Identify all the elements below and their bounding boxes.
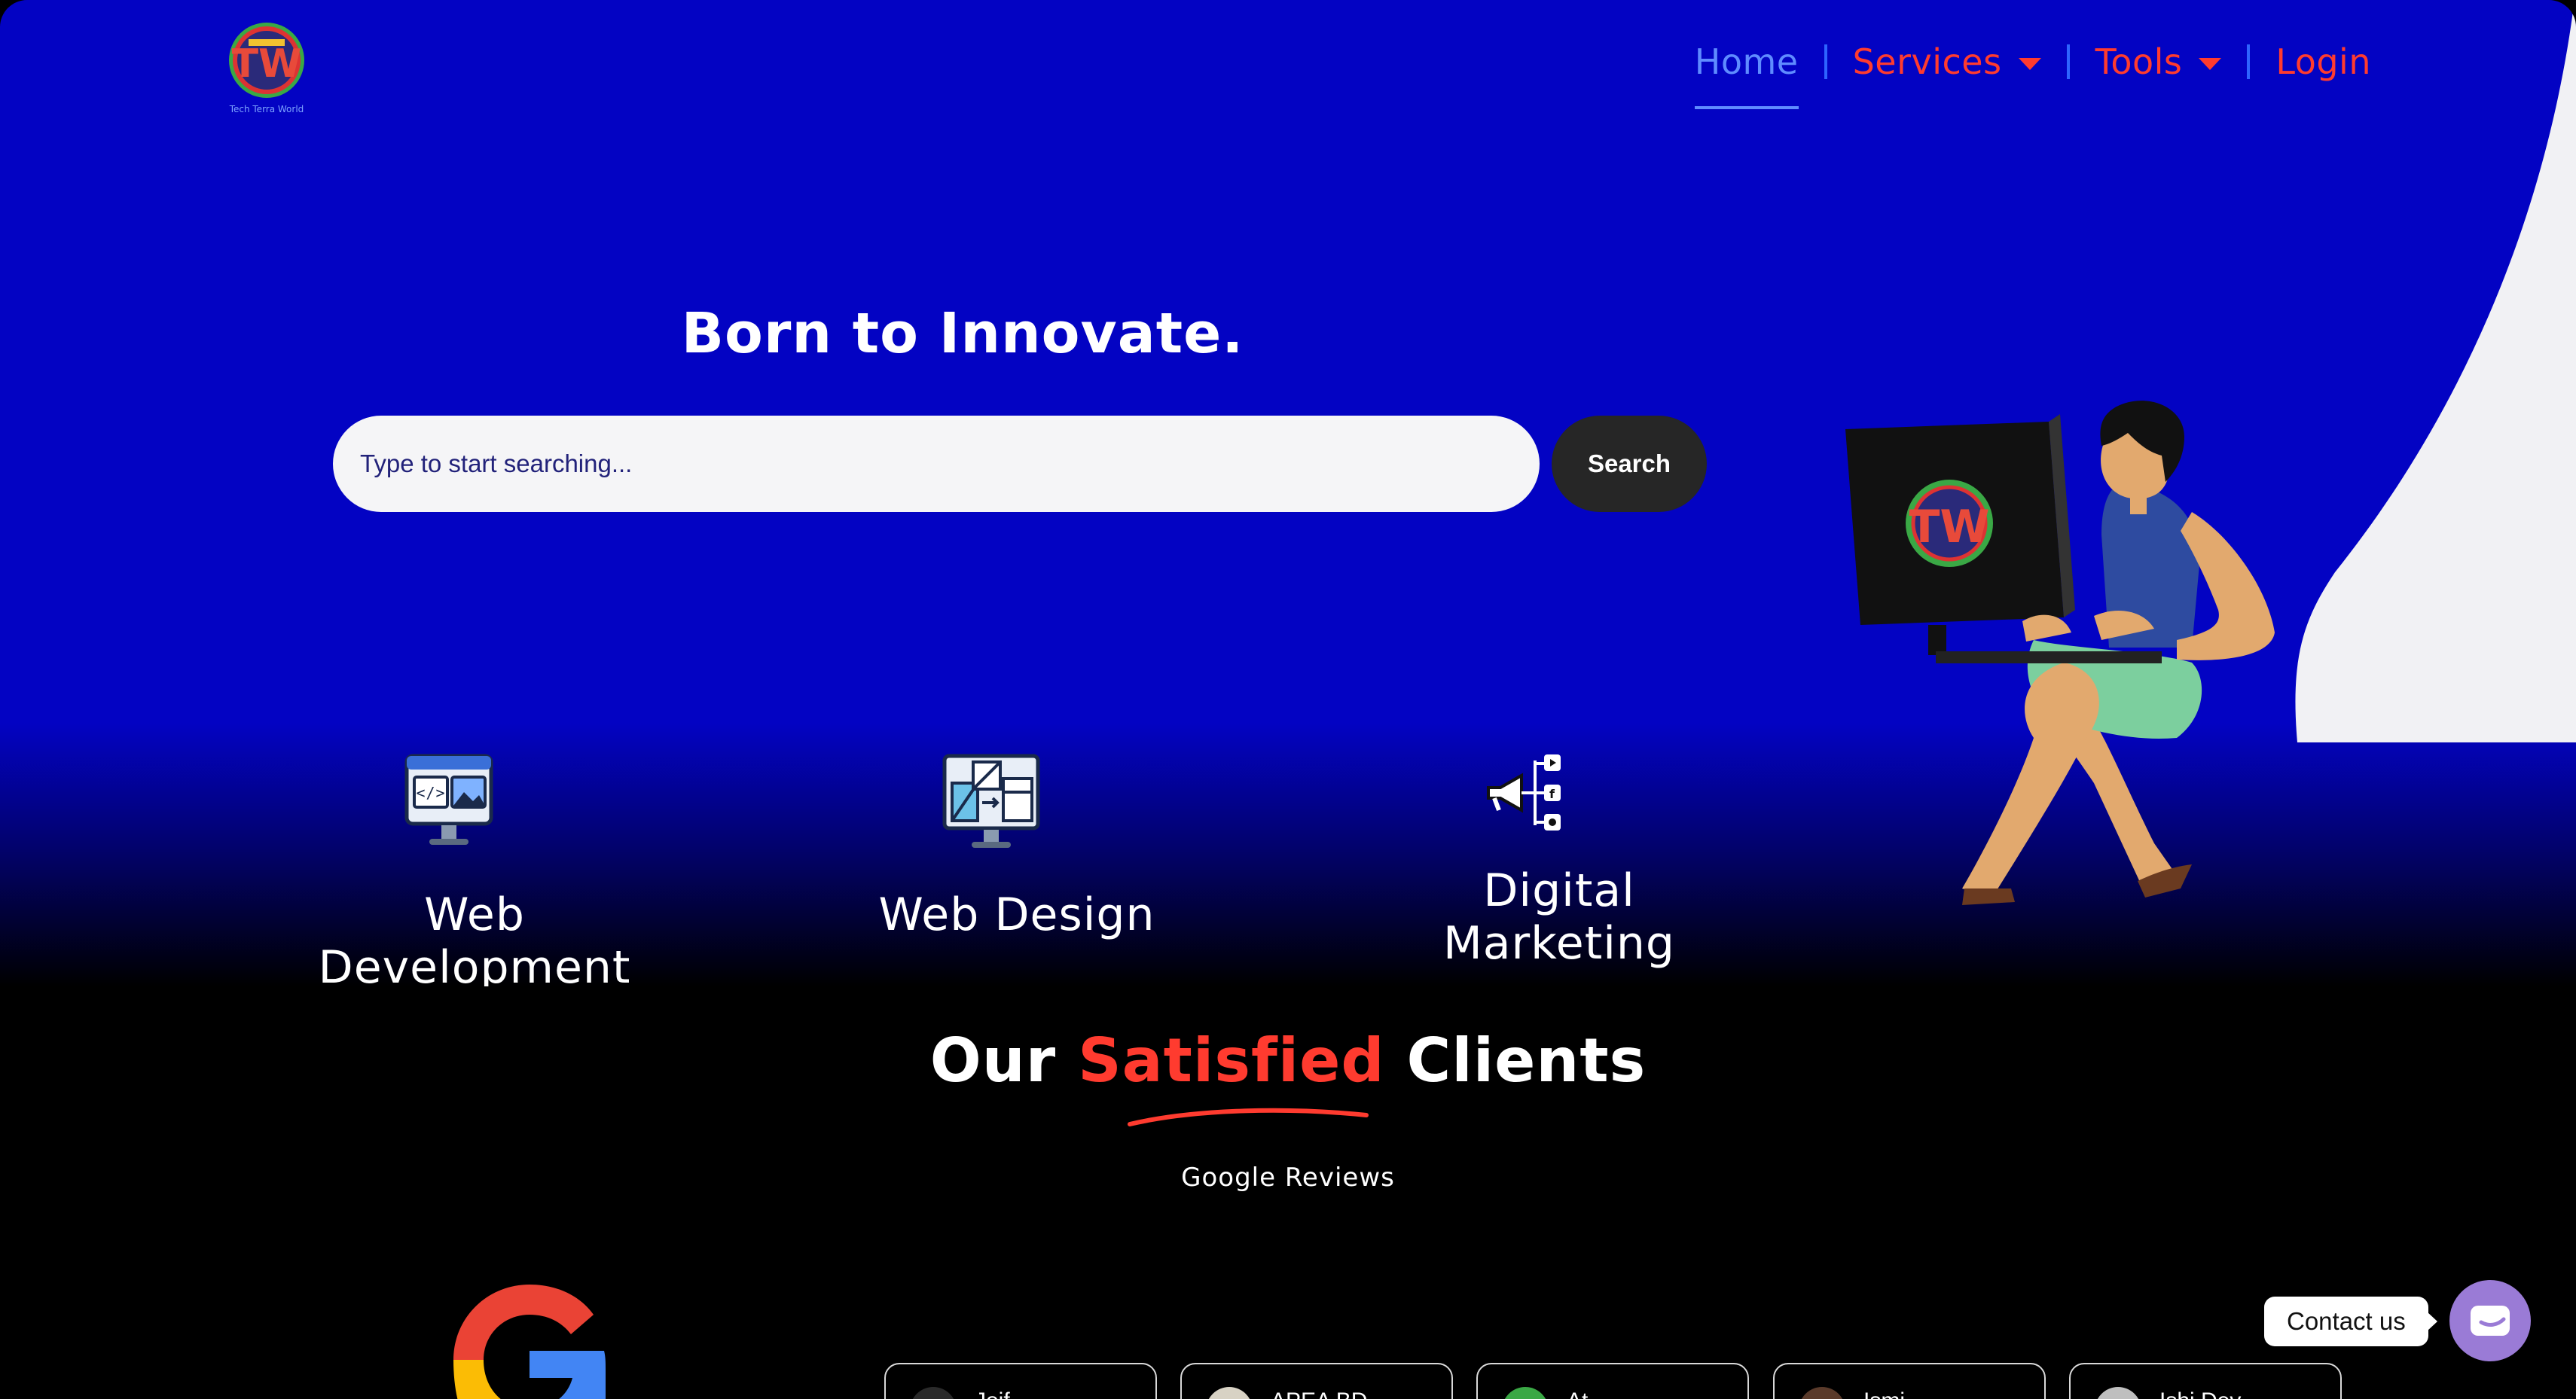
main-nav: Home Services Tools Login xyxy=(1694,38,2371,109)
title-underline-swoosh xyxy=(1128,1108,1369,1126)
review-card[interactable]: At... xyxy=(1476,1363,1749,1399)
layout-monitor-icon xyxy=(942,754,1040,848)
avatar xyxy=(1502,1387,1549,1399)
nav-login[interactable]: Login xyxy=(2275,41,2371,82)
reviewer-name: At... xyxy=(1567,1388,1607,1399)
contact-us-label[interactable]: Contact us xyxy=(2264,1297,2437,1346)
search-button[interactable]: Search xyxy=(1552,416,1707,512)
nav-divider xyxy=(2247,44,2251,79)
svg-text:f: f xyxy=(1549,787,1555,801)
chat-icon xyxy=(2471,1306,2510,1336)
svg-text:TW: TW xyxy=(1909,501,1989,553)
nav-services-label: Services xyxy=(1852,41,2002,82)
reviews-subtitle: Google Reviews xyxy=(1181,1163,1395,1193)
nav-home[interactable]: Home xyxy=(1694,41,1799,109)
contact-chat-button[interactable] xyxy=(2449,1280,2531,1361)
search-input[interactable] xyxy=(333,416,1540,512)
nav-divider xyxy=(2066,44,2070,79)
clients-title: Our Satisfied Clients xyxy=(0,1026,2576,1096)
review-card[interactable]: Joif... xyxy=(884,1363,1157,1399)
hero-section: TW Tech Terra World Home Services Tools … xyxy=(0,0,2576,986)
avatar xyxy=(1799,1387,1845,1399)
review-card[interactable]: Ismi... xyxy=(1773,1363,2046,1399)
logo-emblem-icon: TW xyxy=(229,23,304,98)
person-at-computer-illustration: TW xyxy=(1845,401,2275,905)
avatar xyxy=(910,1387,957,1399)
chevron-down-icon xyxy=(2018,58,2041,70)
reviewer-name: Ishi Dev... xyxy=(2159,1388,2258,1399)
hero-tagline: Born to Innovate. xyxy=(681,301,1244,366)
avatar xyxy=(1206,1387,1253,1399)
service-label: Web Development xyxy=(318,888,631,986)
service-web-development[interactable]: </> Web Development xyxy=(286,753,663,986)
nav-login-label: Login xyxy=(2275,41,2371,82)
megaphone-icon: f xyxy=(1487,754,1561,831)
service-web-design[interactable]: Web Design xyxy=(829,753,1205,949)
clients-title-highlight: Satisfied xyxy=(1078,1026,1385,1096)
nav-tools-label: Tools xyxy=(2095,41,2183,82)
nav-divider xyxy=(1824,44,1827,79)
nav-services[interactable]: Services xyxy=(1853,41,2041,82)
review-card[interactable]: APEA BD xyxy=(1180,1363,1453,1399)
review-card[interactable]: Ishi Dev... xyxy=(2069,1363,2342,1399)
logo-caption: Tech Terra World xyxy=(229,104,304,114)
google-logo-icon xyxy=(453,1285,606,1399)
page: TW Tech Terra World Home Services Tools … xyxy=(0,0,2576,1399)
service-label: Web Design xyxy=(878,888,1155,941)
reviewer-name: Joif... xyxy=(975,1388,1029,1399)
svg-text:TW: TW xyxy=(232,41,302,87)
site-logo[interactable]: TW Tech Terra World xyxy=(223,20,310,117)
clients-title-after: Clients xyxy=(1384,1026,1647,1096)
service-digital-marketing[interactable]: f Digital Marketing xyxy=(1371,753,1747,970)
clients-title-before: Our xyxy=(929,1026,1079,1096)
avatar xyxy=(2095,1387,2141,1399)
service-label: Digital Marketing xyxy=(1442,864,1676,970)
reviewer-name: APEA BD xyxy=(1271,1388,1367,1399)
reviewer-name: Ismi... xyxy=(1863,1388,1924,1399)
nav-home-label: Home xyxy=(1694,41,1799,82)
chevron-down-icon xyxy=(2199,58,2222,70)
nav-tools[interactable]: Tools xyxy=(2095,41,2222,82)
code-monitor-icon: </> xyxy=(404,754,493,845)
svg-text:</>: </> xyxy=(416,784,445,802)
